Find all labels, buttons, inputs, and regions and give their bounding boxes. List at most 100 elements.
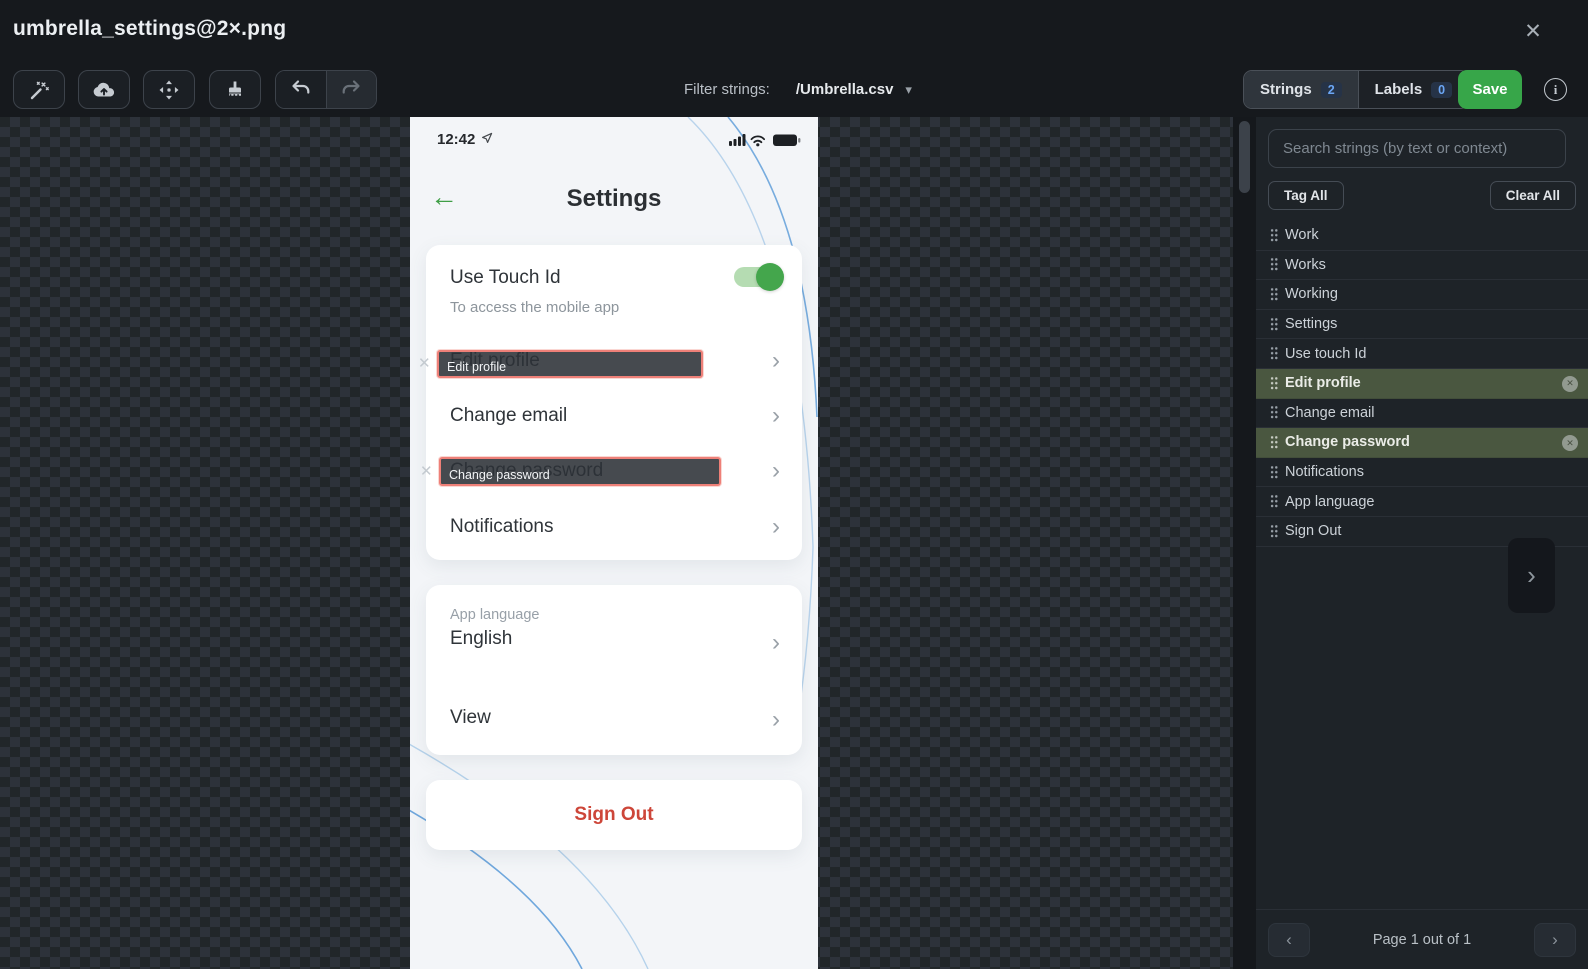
string-label: App language	[1285, 493, 1375, 510]
phone-row-change-email: Change email ›	[450, 402, 780, 429]
tag-overlay-change-password[interactable]: Change password	[439, 457, 721, 486]
string-label: Working	[1285, 286, 1338, 303]
battery-icon	[773, 134, 801, 146]
remove-tag-icon[interactable]: ✕	[418, 356, 431, 371]
move-icon	[157, 78, 181, 102]
string-list-item[interactable]: Use touch Id	[1256, 339, 1588, 369]
move-tool-button[interactable]	[143, 70, 195, 109]
signout-card: Sign Out	[426, 780, 802, 850]
status-bar-time: 12:42	[437, 131, 493, 148]
app-language-label: App language	[450, 607, 540, 623]
drag-handle-icon[interactable]	[1270, 434, 1278, 450]
string-list-item[interactable]: Settings	[1256, 310, 1588, 340]
untag-icon[interactable]: ✕	[1562, 435, 1578, 452]
drag-handle-icon[interactable]	[1270, 286, 1278, 302]
drag-handle-icon[interactable]	[1270, 405, 1278, 421]
auto-tag-button[interactable]	[13, 70, 65, 109]
string-list-item[interactable]: Work	[1256, 221, 1588, 251]
chevron-right-icon: ›	[772, 513, 780, 540]
string-list-item[interactable]: Working	[1256, 280, 1588, 310]
string-list-item[interactable]: App language	[1256, 487, 1588, 517]
window-title: umbrella_settings@2×.png	[13, 17, 287, 40]
tag-overlay-label: Edit profile	[447, 360, 507, 374]
tag-overlay-edit-profile[interactable]: Edit profile	[437, 350, 703, 378]
string-list-item[interactable]: Change password ✕	[1256, 428, 1588, 458]
clear-all-button[interactable]: Clear All	[1489, 181, 1576, 210]
search-input[interactable]	[1268, 129, 1566, 168]
view-row-label: View	[450, 707, 491, 728]
close-icon[interactable]: ✕	[1518, 16, 1548, 46]
tab-strings[interactable]: Strings 2	[1244, 71, 1358, 108]
page-prev-button[interactable]: ‹	[1268, 923, 1310, 957]
drag-handle-icon[interactable]	[1270, 464, 1278, 480]
app-language-value: English	[450, 628, 513, 649]
tab-strings-label: Strings	[1260, 81, 1312, 98]
caret-down-icon: ▾	[905, 81, 912, 97]
string-list-item[interactable]: Change email	[1256, 399, 1588, 429]
string-label: Settings	[1285, 316, 1338, 333]
chevron-right-icon: ›	[772, 629, 780, 656]
upload-button[interactable]	[78, 70, 130, 109]
filter-value: /Umbrella.csv	[795, 81, 894, 98]
tag-overlay-label: Change password	[449, 468, 550, 482]
toolbar: Filter strings: /Umbrella.csv ▾ Strings …	[0, 62, 1588, 117]
string-list-item[interactable]: Notifications	[1256, 458, 1588, 488]
string-label: Edit profile	[1285, 375, 1361, 392]
status-bar-icons	[729, 133, 801, 152]
mode-tabs: Strings 2 Labels 0	[1243, 70, 1470, 109]
drag-handle-icon[interactable]	[1270, 227, 1278, 243]
undo-button[interactable]	[276, 71, 326, 108]
undo-redo-group	[275, 70, 377, 109]
remove-tag-icon[interactable]: ✕	[420, 464, 433, 479]
touch-id-title: Use Touch Id	[450, 267, 561, 288]
drag-handle-icon[interactable]	[1270, 523, 1278, 539]
drag-handle-icon[interactable]	[1270, 316, 1278, 332]
string-list: Work Works Working Settings Use touch Id Edit…	[1256, 221, 1588, 547]
scrollbar-thumb[interactable]	[1239, 121, 1250, 193]
chevron-right-icon: ›	[772, 457, 780, 484]
pagination: Page 1 out of 1 ‹ ›	[1256, 909, 1588, 969]
drag-handle-icon[interactable]	[1270, 257, 1278, 273]
touch-id-toggle	[734, 263, 784, 291]
magic-wand-icon	[27, 78, 51, 102]
cloud-upload-icon	[91, 78, 117, 102]
brush-icon	[223, 78, 247, 102]
string-label: Change password	[1285, 434, 1410, 451]
string-label: Use touch Id	[1285, 345, 1367, 362]
clear-tool-button[interactable]	[209, 70, 261, 109]
canvas-scrollbar	[1233, 117, 1256, 969]
drag-handle-icon[interactable]	[1270, 494, 1278, 510]
window-titlebar: umbrella_settings@2×.png ✕	[0, 0, 1588, 62]
filter-file-dropdown[interactable]: /Umbrella.csv ▾	[796, 81, 912, 98]
redo-button[interactable]	[325, 71, 376, 108]
phone-screenshot: 12:42 ← Settings Use Touch Id To access …	[410, 117, 818, 969]
signout-label: Sign Out	[574, 804, 654, 825]
string-list-item[interactable]: Works	[1256, 251, 1588, 281]
phone-row-notifications: Notifications ›	[450, 513, 780, 540]
save-button[interactable]: Save	[1458, 70, 1522, 109]
string-label: Work	[1285, 227, 1319, 244]
tab-labels-label: Labels	[1374, 81, 1423, 98]
untag-icon[interactable]: ✕	[1562, 375, 1578, 392]
touch-id-subtitle: To access the mobile app	[450, 299, 620, 316]
app-window: umbrella_settings@2×.png ✕ Filter string…	[0, 0, 1588, 969]
chevron-right-icon: ›	[772, 402, 780, 429]
drag-handle-icon[interactable]	[1270, 375, 1278, 391]
sidebar-collapse-button[interactable]: ›	[1508, 538, 1555, 613]
location-arrow-icon	[481, 131, 493, 148]
redo-icon	[340, 77, 362, 102]
touch-id-card: Use Touch Id To access the mobile app Ed…	[426, 245, 802, 560]
chevron-right-icon: ›	[772, 347, 780, 374]
page-next-button[interactable]: ›	[1534, 923, 1576, 957]
tag-all-button[interactable]: Tag All	[1268, 181, 1344, 210]
string-label: Change email	[1285, 404, 1375, 421]
string-list-item[interactable]: Edit profile ✕	[1256, 368, 1588, 399]
phone-page-title: Settings	[566, 185, 662, 212]
drag-handle-icon[interactable]	[1270, 346, 1278, 362]
string-label: Works	[1285, 256, 1326, 273]
info-icon[interactable]: i	[1544, 78, 1567, 101]
tab-labels[interactable]: Labels 0	[1357, 71, 1469, 108]
string-label: Notifications	[1285, 464, 1364, 481]
chevron-right-icon: ›	[772, 706, 780, 733]
filter-label: Filter strings:	[684, 81, 770, 98]
